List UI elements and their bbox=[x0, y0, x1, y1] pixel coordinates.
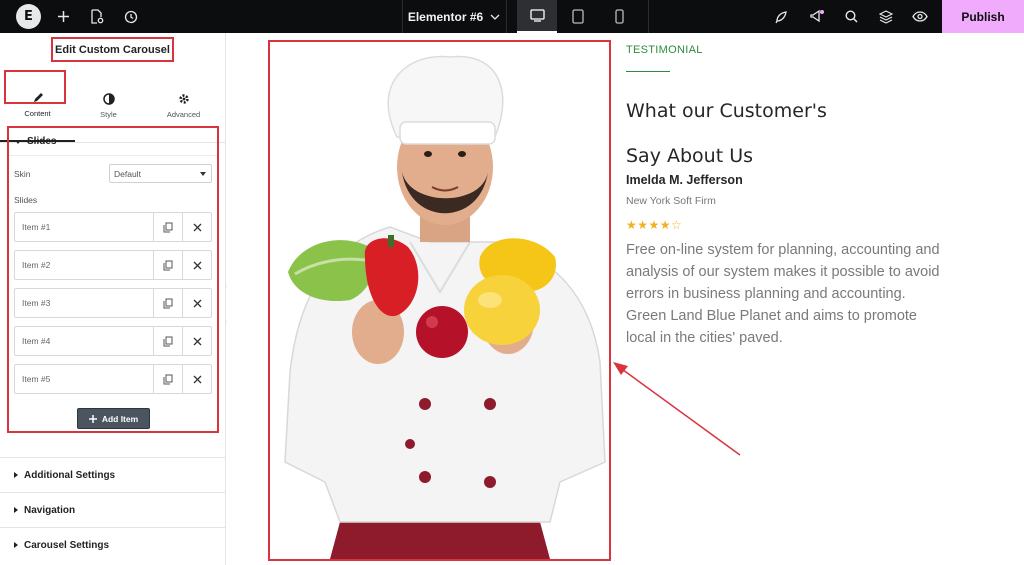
section-title: Navigation bbox=[24, 504, 76, 516]
divider bbox=[402, 0, 403, 33]
tablet-view-button[interactable] bbox=[558, 0, 598, 33]
notifications-megaphone-icon[interactable] bbox=[807, 0, 827, 33]
duplicate-icon bbox=[163, 336, 173, 346]
document-title-dropdown[interactable]: Elementor #6 bbox=[404, 0, 504, 33]
history-icon[interactable] bbox=[120, 0, 142, 33]
panel-title: Edit Custom Carousel bbox=[51, 37, 174, 62]
repeater-item[interactable]: Item #5 bbox=[14, 364, 212, 394]
section-additional-settings[interactable]: Additional Settings bbox=[0, 457, 226, 492]
section-navigation[interactable]: Navigation bbox=[0, 492, 226, 527]
layers-icon[interactable] bbox=[877, 0, 895, 33]
duplicate-icon bbox=[163, 260, 173, 270]
slides-label: Slides bbox=[14, 195, 38, 205]
preview-eye-icon[interactable] bbox=[910, 0, 930, 33]
mobile-view-button[interactable] bbox=[599, 0, 639, 33]
remove-button[interactable] bbox=[182, 327, 211, 355]
document-title: Elementor #6 bbox=[407, 9, 484, 24]
repeater-item-label: Item #4 bbox=[22, 336, 51, 346]
search-icon[interactable] bbox=[843, 0, 859, 33]
caret-right-icon bbox=[14, 507, 18, 513]
caret-right-icon bbox=[14, 542, 18, 548]
chevron-down-icon bbox=[490, 14, 500, 20]
section-title: Carousel Settings bbox=[24, 539, 110, 551]
tablet-icon bbox=[572, 9, 584, 24]
section-title: Slides bbox=[27, 136, 57, 147]
repeater-item[interactable]: Item #4 bbox=[14, 326, 212, 356]
remove-button[interactable] bbox=[182, 365, 211, 393]
skin-value: Default bbox=[114, 168, 141, 179]
duplicate-button[interactable] bbox=[153, 251, 182, 279]
repeater-item-label: Item #2 bbox=[22, 260, 51, 270]
repeater-item-label: Item #3 bbox=[22, 298, 51, 308]
caret-down-icon bbox=[15, 139, 21, 144]
repeater-item[interactable]: Item #1 bbox=[14, 212, 212, 242]
divider bbox=[506, 0, 507, 33]
caret-right-icon bbox=[14, 472, 18, 478]
slides-section: Slides Skin Default Slides Item #1 Item … bbox=[7, 126, 219, 433]
add-item-label: Add Item bbox=[101, 413, 139, 424]
repeater-item-label: Item #5 bbox=[22, 374, 51, 384]
close-icon bbox=[193, 223, 201, 231]
remove-button[interactable] bbox=[182, 251, 211, 279]
add-icon[interactable] bbox=[52, 0, 74, 33]
repeater-item-label: Item #1 bbox=[22, 222, 51, 232]
mobile-icon bbox=[614, 9, 624, 24]
page-settings-icon[interactable] bbox=[86, 0, 108, 33]
repeater-item[interactable]: Item #2 bbox=[14, 250, 212, 280]
close-icon bbox=[193, 337, 201, 345]
slides-section-header[interactable]: Slides bbox=[9, 128, 217, 156]
skin-select[interactable]: Default bbox=[109, 164, 212, 183]
remove-button[interactable] bbox=[182, 213, 211, 241]
duplicate-button[interactable] bbox=[153, 365, 182, 393]
duplicate-icon bbox=[163, 222, 173, 232]
editor-panel: Edit Custom Carousel Content Style Advan… bbox=[0, 33, 226, 565]
tab-label: Advanced bbox=[166, 110, 201, 119]
preview-canvas: TESTIMONIAL What our Customer's Say Abou… bbox=[227, 33, 1024, 565]
close-icon bbox=[193, 375, 201, 383]
duplicate-button[interactable] bbox=[153, 213, 182, 241]
desktop-icon bbox=[529, 9, 545, 22]
half-circle-icon bbox=[102, 93, 115, 105]
add-item-button[interactable]: Add Item bbox=[77, 408, 150, 429]
tab-label: Style bbox=[100, 110, 117, 119]
annotation-arrow bbox=[613, 362, 741, 456]
duplicate-button[interactable] bbox=[153, 289, 182, 317]
tab-label: Content bbox=[24, 109, 51, 118]
desktop-view-button[interactable] bbox=[517, 0, 557, 33]
launch-rocket-icon[interactable] bbox=[772, 0, 790, 33]
divider bbox=[648, 0, 649, 33]
duplicate-icon bbox=[163, 374, 173, 384]
chevron-down-icon bbox=[200, 172, 206, 176]
section-title: Additional Settings bbox=[24, 469, 116, 481]
repeater-item[interactable]: Item #3 bbox=[14, 288, 212, 318]
plus-icon bbox=[88, 414, 97, 423]
duplicate-button[interactable] bbox=[153, 327, 182, 355]
elementor-logo[interactable]: E bbox=[16, 4, 41, 29]
content-tab-highlight bbox=[4, 70, 66, 104]
section-carousel-settings[interactable]: Carousel Settings bbox=[0, 527, 226, 562]
close-icon bbox=[193, 261, 201, 269]
top-bar: E Elementor #6 Publish bbox=[0, 0, 1024, 33]
skin-label: Skin bbox=[14, 169, 31, 179]
close-icon bbox=[193, 299, 201, 307]
publish-button[interactable]: Publish bbox=[942, 0, 1024, 33]
duplicate-icon bbox=[163, 298, 173, 308]
gear-icon bbox=[178, 94, 189, 104]
remove-button[interactable] bbox=[182, 289, 211, 317]
